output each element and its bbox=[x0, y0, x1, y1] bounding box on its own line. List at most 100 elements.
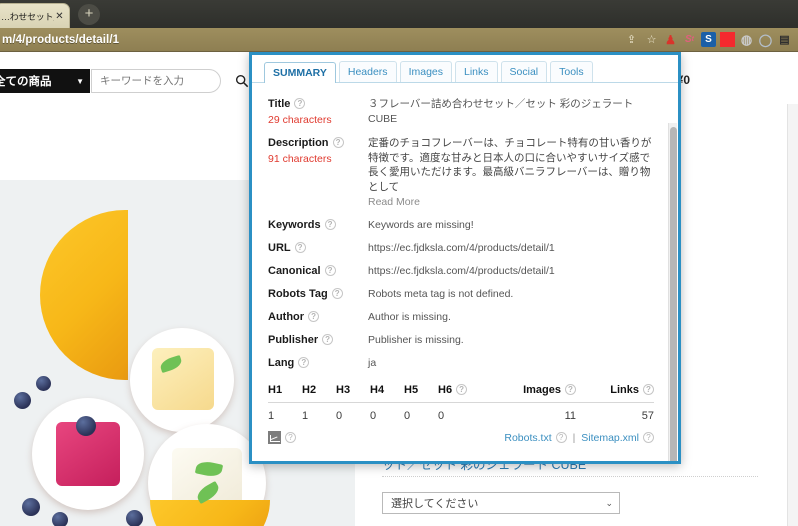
robots-txt-link[interactable]: Robots.txt bbox=[504, 432, 551, 444]
seo-label-url: URL? bbox=[268, 241, 368, 255]
seo-panel-scrollbar-thumb[interactable] bbox=[670, 127, 677, 461]
help-icon[interactable]: ? bbox=[332, 137, 344, 148]
tab-images[interactable]: Images bbox=[399, 61, 452, 82]
help-icon[interactable]: ? bbox=[643, 431, 654, 443]
seo-value-robots-tag: Robots meta tag is not defined. bbox=[368, 288, 514, 300]
chevron-down-icon: ▼ bbox=[76, 76, 84, 86]
analytics-icon[interactable] bbox=[268, 431, 281, 444]
help-icon[interactable]: ? bbox=[324, 219, 336, 230]
seo-value-description: 定番のチョコフレーバーは、チョコレート特有の甘い香りが特徴です。適度な甘みと日本… bbox=[368, 137, 652, 193]
extension-icon-red-square[interactable] bbox=[720, 32, 735, 47]
help-icon[interactable]: ? bbox=[298, 357, 310, 368]
variant-select-value: 選択してください bbox=[391, 498, 479, 510]
seo-label-url-text: URL bbox=[268, 242, 291, 254]
description-char-count: 91 characters bbox=[268, 153, 332, 165]
seo-label-author-text: Author bbox=[268, 311, 305, 323]
value-links: 57 bbox=[641, 410, 654, 422]
seo-extension-panel[interactable]: SUMMARY Headers Images Links Social Tool… bbox=[249, 52, 681, 464]
seo-label-lang-text: Lang bbox=[268, 357, 295, 369]
read-more-link[interactable]: Read More bbox=[368, 195, 654, 209]
seo-label-author: Author? bbox=[268, 310, 368, 324]
new-tab-button[interactable]: + bbox=[78, 4, 100, 25]
help-icon[interactable]: ? bbox=[285, 432, 296, 443]
help-icon[interactable]: ? bbox=[456, 384, 468, 395]
blueberry-4 bbox=[52, 512, 68, 526]
seo-panel-scrollbar[interactable] bbox=[668, 123, 677, 461]
column-h2: H2 bbox=[302, 384, 317, 396]
search-box[interactable] bbox=[91, 69, 249, 93]
seo-label-title-text: Title bbox=[268, 98, 291, 110]
seo-label-robots-tag: Robots Tag? bbox=[268, 287, 368, 301]
tab-headers[interactable]: Headers bbox=[338, 61, 397, 82]
blueberry-2 bbox=[36, 376, 51, 391]
column-links: Links? bbox=[576, 384, 654, 396]
title-char-count: 29 characters bbox=[268, 114, 332, 126]
seo-label-publisher: Publisher? bbox=[268, 333, 368, 347]
tab-links[interactable]: Links bbox=[455, 61, 498, 82]
blueberry-5 bbox=[126, 510, 143, 526]
category-select[interactable]: 全ての商品 ▼ bbox=[0, 69, 90, 93]
help-icon[interactable]: ? bbox=[324, 265, 336, 276]
footer-links: Robots.txt? | Sitemap.xml? bbox=[504, 431, 654, 444]
headings-table-header: H1 H2 H3 H4 H5 H6? Images? Links? bbox=[268, 384, 654, 402]
seo-value-title: ３フレーバー詰め合わせセット／セット 彩のジェラート CUBE bbox=[368, 98, 634, 125]
sitemap-xml-link[interactable]: Sitemap.xml bbox=[581, 432, 639, 444]
seo-row-url: URL? https://ec.fjdksla.com/4/products/d… bbox=[268, 241, 654, 255]
seo-panel-tabs: SUMMARY Headers Images Links Social Tool… bbox=[252, 55, 678, 83]
seo-value-keywords: Keywords are missing! bbox=[368, 219, 474, 231]
help-icon[interactable]: ? bbox=[555, 431, 567, 443]
tab-social[interactable]: Social bbox=[500, 61, 548, 82]
extension-icon-menu[interactable]: ▤ bbox=[777, 32, 792, 47]
headings-table-row: 1 1 0 0 0 0 11 57 bbox=[268, 402, 654, 422]
seo-label-keywords-text: Keywords bbox=[268, 219, 321, 231]
tab-tools[interactable]: Tools bbox=[550, 61, 593, 82]
column-h1: H1 bbox=[268, 384, 283, 396]
value-h5: 0 bbox=[404, 410, 411, 422]
blueberry-on-cube bbox=[76, 416, 96, 436]
seo-value-lang: ja bbox=[368, 357, 377, 369]
page-scrollbar[interactable] bbox=[787, 104, 798, 526]
seo-value-url: https://ec.fjdksla.com/4/products/detail… bbox=[368, 242, 555, 254]
mango-slice-2 bbox=[150, 500, 270, 526]
variant-select[interactable]: 選択してください ⌄ bbox=[382, 492, 620, 514]
blueberry-3 bbox=[22, 498, 40, 516]
bookmark-star-icon[interactable]: ☆ bbox=[643, 31, 660, 48]
seo-row-title: Title? 29 characters ３フレーバー詰め合わせセット／セット … bbox=[268, 97, 654, 127]
extension-icon-red-figure[interactable]: ♟ bbox=[663, 32, 678, 47]
chevron-down-icon: ⌄ bbox=[605, 497, 613, 508]
column-images: Images? bbox=[498, 384, 576, 396]
search-input[interactable] bbox=[100, 75, 235, 87]
column-links-text: Links bbox=[610, 384, 639, 396]
tab-summary[interactable]: SUMMARY bbox=[264, 62, 336, 83]
extension-icon-seo-s[interactable]: S bbox=[701, 32, 716, 47]
seo-label-description-text: Description bbox=[268, 137, 329, 149]
help-icon[interactable]: ? bbox=[643, 384, 654, 395]
help-icon[interactable]: ? bbox=[308, 311, 320, 322]
help-icon[interactable]: ? bbox=[322, 334, 334, 345]
extension-icon-st[interactable]: St bbox=[682, 32, 697, 47]
seo-value-description-wrap: 定番のチョコフレーバーは、チョコレート特有の甘い香りが特徴です。適度な甘みと日本… bbox=[368, 136, 654, 209]
browser-tab-active[interactable]: …わせセット／セ ✕ bbox=[0, 3, 70, 28]
mango-slice bbox=[40, 210, 128, 380]
help-icon[interactable]: ? bbox=[294, 242, 306, 253]
browser-chrome: …わせセット／セ ✕ + m/4/products/detail/1 ⇪ ☆ ♟… bbox=[0, 0, 798, 52]
help-icon[interactable]: ? bbox=[331, 288, 343, 299]
help-icon[interactable]: ? bbox=[294, 98, 306, 109]
seo-label-description: Description? 91 characters bbox=[268, 136, 368, 209]
tab-close-icon[interactable]: ✕ bbox=[54, 11, 65, 22]
value-h1: 1 bbox=[268, 410, 275, 422]
value-images: 11 bbox=[564, 410, 576, 422]
seo-panel-scroll-region: Title? 29 characters ３フレーバー詰め合わせセット／セット … bbox=[252, 89, 668, 461]
site-search: 全ての商品 ▼ bbox=[0, 69, 249, 93]
extension-icon-gray-swirl[interactable]: ◍ bbox=[739, 32, 754, 47]
address-bar[interactable]: m/4/products/detail/1 bbox=[0, 30, 623, 50]
extension-icon-gray-ring[interactable]: ◯ bbox=[758, 32, 773, 47]
share-icon[interactable]: ⇪ bbox=[623, 31, 640, 48]
help-icon[interactable]: ? bbox=[565, 384, 576, 395]
browser-toolbar: m/4/products/detail/1 ⇪ ☆ ♟ St S ◍ ◯ ▤ bbox=[0, 28, 798, 52]
seo-label-keywords: Keywords? bbox=[268, 218, 368, 232]
seo-row-keywords: Keywords? Keywords are missing! bbox=[268, 218, 654, 232]
toolbar-right-icons: ⇪ ☆ ♟ St S ◍ ◯ ▤ bbox=[623, 28, 798, 51]
search-icon[interactable] bbox=[235, 74, 249, 88]
tab-title: …わせセット／セ bbox=[1, 11, 54, 22]
